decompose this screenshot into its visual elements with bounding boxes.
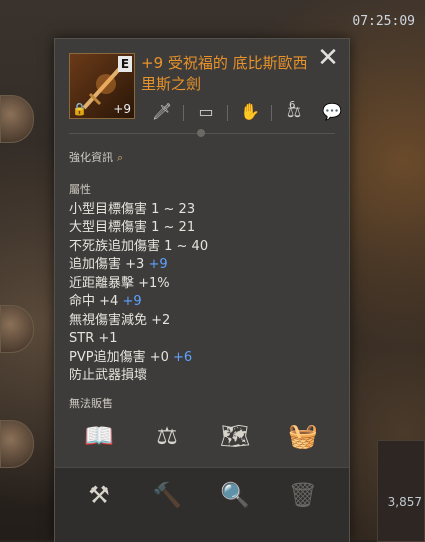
attribute-line: 近距離暴擊 +1%	[69, 275, 208, 294]
tooltip-header: E 🔒 +9 +9 受祝福的 底比斯歐西里斯之劍 ✕ 🗡 ▭ ✋ 6 ⚖ 💬	[55, 39, 349, 121]
right-slot-value: 3,857	[387, 495, 422, 509]
attributes-section: 屬性 小型目標傷害 1 ~ 23 大型目標傷害 1 ~ 21 不死族追加傷害 1 ~…	[69, 181, 208, 386]
enhance-info-label: 強化資訊	[69, 151, 113, 164]
item-menu-row1: 📖 ⚖ 🗺 🧺	[55, 419, 349, 461]
chest-icon[interactable]: ▭	[191, 99, 221, 125]
enhance-info-link[interactable]: 強化資訊 ⌕	[69, 149, 123, 165]
divider	[183, 105, 184, 121]
attribute-text: 命中 +4	[69, 294, 119, 309]
right-slot[interactable]: 3,857	[377, 440, 425, 542]
attribute-text: 防止武器損壞	[69, 368, 148, 383]
crate-icon[interactable]: 🧺	[283, 419, 323, 453]
chat-icon[interactable]: 💬	[317, 99, 347, 125]
item-actions: 🗡 ▭ ✋ 6 ⚖ 💬	[141, 99, 342, 129]
divider-dot	[197, 129, 205, 137]
item-menu-row2: ⚒ 🔨 🔍 🗑	[55, 467, 349, 542]
anvil-icon[interactable]: ⚒	[79, 478, 119, 512]
glove-lock-icon[interactable]: ✋	[235, 99, 265, 125]
sword-icon[interactable]: 🗡	[147, 99, 177, 125]
map-icon[interactable]: 🗺	[215, 419, 255, 453]
attribute-text: PVP追加傷害 +0	[69, 349, 169, 365]
attribute-text: STR +1	[69, 331, 118, 346]
attribute-bonus: +6	[173, 349, 193, 365]
lock-icon: 🔒	[72, 102, 87, 116]
attribute-line: 追加傷害 +3 +9	[69, 256, 208, 275]
divider	[271, 105, 272, 121]
hammer-icon: 🔨	[152, 481, 182, 509]
attribute-text: 大型目標傷害 1 ~ 21	[69, 220, 196, 235]
attribute-line: STR +1	[69, 330, 208, 349]
attribute-line: 命中 +4 +9	[69, 293, 208, 312]
attribute-text: 不死族追加傷害 1 ~ 40	[69, 238, 209, 254]
attribute-text: 追加傷害 +3	[69, 257, 145, 272]
close-icon[interactable]: ✕	[317, 45, 339, 71]
attribute-line: PVP追加傷害 +0 +6	[69, 349, 208, 368]
attribute-text: 近距離暴擊 +1%	[69, 275, 170, 291]
clock-text: 07:25:09	[352, 14, 415, 29]
book-icon[interactable]: 📖	[79, 419, 119, 453]
attribute-lines: 小型目標傷害 1 ~ 23 大型目標傷害 1 ~ 21 不死族追加傷害 1 ~ 40…	[69, 201, 208, 386]
attribute-line: 大型目標傷害 1 ~ 21	[69, 219, 208, 238]
scale-icon[interactable]: ⚖	[147, 419, 187, 453]
attribute-line: 防止武器損壞	[69, 367, 208, 386]
attribute-line: 小型目標傷害 1 ~ 23	[69, 201, 208, 220]
attribute-line: 不死族追加傷害 1 ~ 40	[69, 238, 208, 257]
attribute-line: 無視傷害減免 +2	[69, 312, 208, 331]
grade-badge: E	[118, 56, 132, 72]
item-slot[interactable]: E 🔒 +9	[69, 53, 135, 119]
attribute-bonus: +9	[122, 294, 142, 309]
magnifier-icon: ⌕	[117, 151, 124, 164]
attribute-bonus: +9	[148, 257, 168, 272]
attributes-header: 屬性	[69, 183, 91, 196]
no-sell-label: 無法販售	[69, 397, 113, 410]
attribute-text: 無視傷害減免 +2	[69, 312, 171, 328]
stack-count: 6	[289, 100, 296, 111]
item-name: +9 受祝福的 底比斯歐西里斯之劍	[141, 54, 308, 93]
magnifier-icon[interactable]: 🔍	[215, 478, 255, 512]
divider	[227, 105, 228, 121]
bell-icon[interactable]: 6 ⚖	[279, 99, 309, 125]
trash-icon: 🗑	[287, 481, 319, 509]
item-tooltip-panel: E 🔒 +9 +9 受祝福的 底比斯歐西里斯之劍 ✕ 🗡 ▭ ✋ 6 ⚖ 💬 強化…	[54, 38, 350, 542]
enchant-level: +9	[113, 102, 131, 116]
attribute-text: 小型目標傷害 1 ~ 23	[69, 201, 196, 217]
